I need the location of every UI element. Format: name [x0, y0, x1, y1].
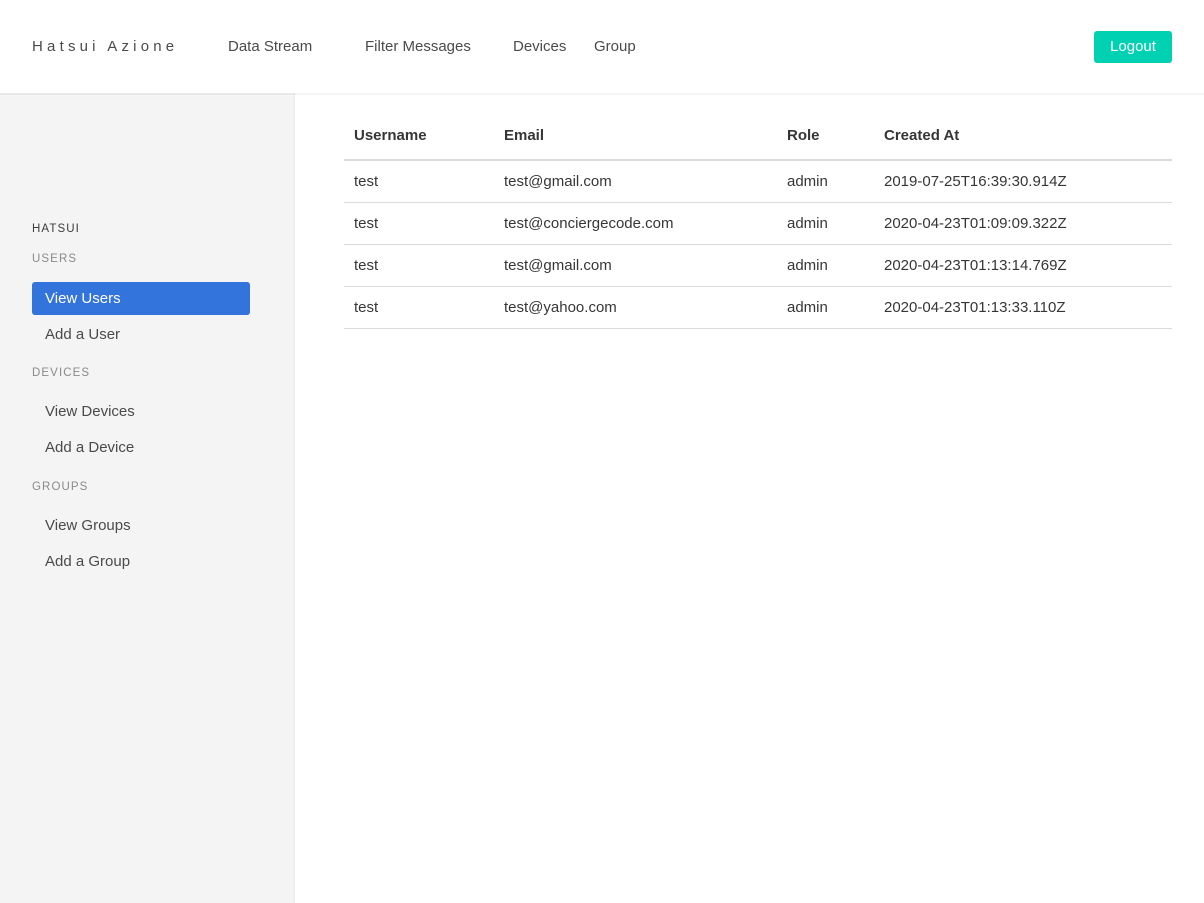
- navbar-inner: Hatsui Azione Data Stream Filter Message…: [0, 0, 1204, 93]
- users-table: Username Email Role Created At test test…: [344, 126, 1172, 329]
- cell-created-at: 2020-04-23T01:09:09.322Z: [874, 203, 1172, 245]
- table-row[interactable]: test test@yahoo.com admin 2020-04-23T01:…: [344, 287, 1172, 329]
- cell-username: test: [344, 245, 494, 287]
- main-content: Username Email Role Created At test test…: [295, 93, 1204, 903]
- sidebar-item-view-groups[interactable]: View Groups: [32, 509, 250, 542]
- cell-username: test: [344, 160, 494, 203]
- users-table-container: Username Email Role Created At test test…: [344, 126, 1172, 329]
- sidebar-item-add-a-group[interactable]: Add a Group: [32, 545, 250, 578]
- nav-item-group[interactable]: Group: [594, 37, 636, 57]
- cell-email: test@yahoo.com: [494, 287, 777, 329]
- table-header-row: Username Email Role Created At: [344, 126, 1172, 160]
- cell-email: test@conciergecode.com: [494, 203, 777, 245]
- cell-username: test: [344, 287, 494, 329]
- sidebar-item-view-devices[interactable]: View Devices: [32, 395, 250, 428]
- table-row[interactable]: test test@conciergecode.com admin 2020-0…: [344, 203, 1172, 245]
- cell-created-at: 2020-04-23T01:13:33.110Z: [874, 287, 1172, 329]
- sidebar-item-add-a-user[interactable]: Add a User: [32, 318, 250, 351]
- cell-created-at: 2020-04-23T01:13:14.769Z: [874, 245, 1172, 287]
- brand-logo[interactable]: Hatsui Azione: [32, 36, 178, 57]
- cell-role: admin: [777, 245, 874, 287]
- cell-email: test@gmail.com: [494, 160, 777, 203]
- cell-username: test: [344, 203, 494, 245]
- app-root: Hatsui Azione Data Stream Filter Message…: [0, 0, 1204, 903]
- column-header-created-at[interactable]: Created At: [874, 126, 1172, 160]
- column-header-email[interactable]: Email: [494, 126, 777, 160]
- nav-item-devices[interactable]: Devices: [513, 37, 566, 57]
- logout-button[interactable]: Logout: [1094, 31, 1172, 63]
- table-head: Username Email Role Created At: [344, 126, 1172, 160]
- table-row[interactable]: test test@gmail.com admin 2019-07-25T16:…: [344, 160, 1172, 203]
- sidebar-section-users: USERS: [32, 252, 77, 266]
- nav-item-filter-messages[interactable]: Filter Messages: [365, 37, 471, 57]
- column-header-username[interactable]: Username: [344, 126, 494, 160]
- cell-role: admin: [777, 160, 874, 203]
- sidebar: HATSUI USERS View Users Add a User DEVIC…: [0, 93, 295, 903]
- sidebar-item-view-users[interactable]: View Users: [32, 282, 250, 315]
- column-header-role[interactable]: Role: [777, 126, 874, 160]
- sidebar-item-add-a-device[interactable]: Add a Device: [32, 431, 250, 464]
- nav-item-data-stream[interactable]: Data Stream: [228, 37, 312, 57]
- cell-role: admin: [777, 287, 874, 329]
- sidebar-root-label: HATSUI: [32, 222, 80, 236]
- sidebar-section-devices: DEVICES: [32, 366, 90, 380]
- cell-role: admin: [777, 203, 874, 245]
- table-body: test test@gmail.com admin 2019-07-25T16:…: [344, 160, 1172, 329]
- cell-created-at: 2019-07-25T16:39:30.914Z: [874, 160, 1172, 203]
- cell-email: test@gmail.com: [494, 245, 777, 287]
- sidebar-section-groups: GROUPS: [32, 480, 88, 494]
- top-navbar: Hatsui Azione Data Stream Filter Message…: [0, 0, 1204, 93]
- table-row[interactable]: test test@gmail.com admin 2020-04-23T01:…: [344, 245, 1172, 287]
